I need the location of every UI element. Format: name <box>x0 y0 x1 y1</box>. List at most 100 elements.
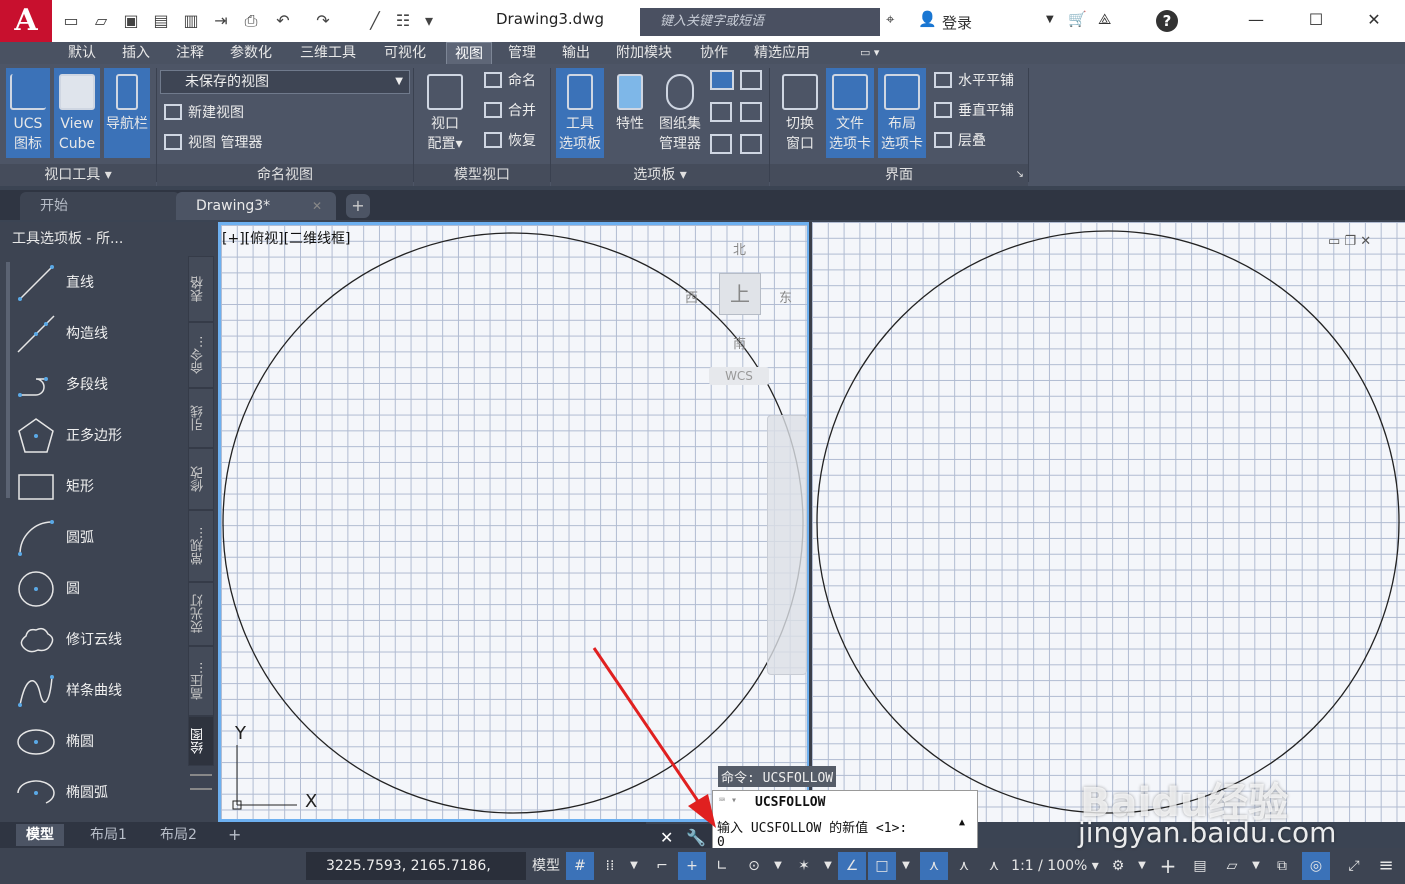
redo-icon[interactable]: ↷ <box>312 10 334 32</box>
palettes-panel-title[interactable]: 选项板 ▾ <box>551 164 769 186</box>
palette-tab-tables[interactable]: 表格 <box>188 256 214 322</box>
units-icon[interactable]: ▤ <box>1186 852 1214 880</box>
new-tab-icon[interactable]: + <box>346 194 370 218</box>
auto-scale-icon[interactable]: ⋏ <box>950 852 978 880</box>
tab-start[interactable]: 开始 <box>20 192 180 220</box>
workspace-icon[interactable]: ☷ <box>392 10 414 32</box>
design-center-icon[interactable] <box>740 70 762 90</box>
match-properties-icon[interactable]: ╱ <box>364 10 386 32</box>
tab-output[interactable]: 输出 <box>554 42 598 64</box>
close-icon[interactable]: ✕ <box>1354 6 1394 34</box>
palette-item-revcloud[interactable]: 修订云线 <box>16 615 186 665</box>
tab-addins[interactable]: 附加模块 <box>608 42 680 64</box>
tab-manage[interactable]: 管理 <box>500 42 544 64</box>
palette-scrollbar[interactable] <box>6 262 10 498</box>
scale-dropdown[interactable]: 1:1 / 100% ▾ <box>1010 852 1100 880</box>
tab-featured-apps[interactable]: 精选应用 <box>746 42 818 64</box>
save-as-icon[interactable]: ▤ <box>150 10 172 32</box>
palette-tab-high-voltage[interactable]: 高压... <box>188 646 214 716</box>
tile-horizontal-button[interactable]: 水平平铺 <box>934 68 1014 94</box>
user-icon[interactable]: 👤 <box>918 10 937 28</box>
palette-item-polyline[interactable]: 多段线 <box>16 360 186 410</box>
isodraft-icon[interactable]: ✶ <box>790 852 818 880</box>
interface-panel-title[interactable]: 界面 ↘ <box>770 164 1028 186</box>
markup-icon[interactable] <box>710 134 732 154</box>
viewport-tools-panel-title[interactable]: 视口工具 ▾ <box>0 164 156 186</box>
panel-launcher-icon[interactable]: ↘ <box>1016 164 1024 186</box>
tab-view[interactable]: 视图 <box>446 42 492 64</box>
ribbon-minimize-icon[interactable]: ▭ ▾ <box>852 42 887 64</box>
viewcube-south[interactable]: 南 <box>733 333 746 352</box>
new-view-button[interactable]: 新建视图 <box>164 100 244 126</box>
view-manager-button[interactable]: 视图 管理器 <box>164 130 262 156</box>
named-view-dropdown[interactable]: 未保存的视图 ▼ <box>160 70 410 94</box>
viewcube-east[interactable]: 东 <box>779 287 792 306</box>
annotation-monitor-icon[interactable]: + <box>1154 852 1182 880</box>
layers-icon[interactable] <box>710 102 732 122</box>
a360-icon[interactable]: ⟁ <box>1098 10 1111 28</box>
palette-tab-draw[interactable]: 绘图 <box>188 716 214 766</box>
sheetset-manager-button[interactable]: 图纸集 管理器 <box>654 68 706 158</box>
tool-palettes-button[interactable]: 工具 选项板 <box>556 68 604 158</box>
palette-item-polygon[interactable]: 正多边形 <box>16 411 186 461</box>
annotation-scale-icon[interactable]: ⋏ <box>980 852 1008 880</box>
calculator-icon[interactable] <box>740 102 762 122</box>
tab-collaborate[interactable]: 协作 <box>692 42 736 64</box>
tab-visualize[interactable]: 可视化 <box>376 42 434 64</box>
wcs-menu[interactable]: WCS <box>709 367 769 385</box>
palette-item-rectangle[interactable]: 矩形 <box>16 462 186 512</box>
quick-properties-icon[interactable]: ▱ <box>1218 852 1246 880</box>
clean-screen-icon[interactable]: ⤢ <box>1340 852 1368 880</box>
palette-item-arc[interactable]: 圆弧 <box>16 513 186 563</box>
ucs-icon-button[interactable]: UCS 图标 <box>6 68 50 158</box>
workspace-dropdown-icon[interactable]: ▼ <box>1134 852 1150 880</box>
switch-window-button[interactable]: 切换 窗口 <box>776 68 824 158</box>
isodraft-dropdown-icon[interactable]: ▼ <box>820 852 836 880</box>
palette-tab-fluorescent[interactable]: 荧光灯 <box>188 582 214 646</box>
minimize-icon[interactable]: — <box>1236 6 1276 34</box>
login-dropdown-icon[interactable]: ▼ <box>1046 14 1054 25</box>
undo-icon[interactable]: ↶ <box>272 10 294 32</box>
viewport-window-controls[interactable]: ▭ ❐ ✕ <box>1328 234 1371 249</box>
command-line-window[interactable]: ⌨ ▾ UCSFOLLOW 输入 UCSFOLLOW 的新值 <1>: ▲ 0 <box>712 790 978 852</box>
palette-item-line[interactable]: 直线 <box>16 258 186 308</box>
object-snap-tracking-icon[interactable]: ∠ <box>838 852 866 880</box>
viewport-controls-label[interactable]: [+][俯视][二维线框] <box>222 228 351 248</box>
osnap-dropdown-icon[interactable]: ▼ <box>898 852 914 880</box>
save-icon[interactable]: ▣ <box>120 10 142 32</box>
palette-menu-icon[interactable] <box>190 774 212 790</box>
restore-viewport-button[interactable]: 恢复 <box>484 128 536 154</box>
tab-drawing3[interactable]: Drawing3* ✕ <box>176 192 336 220</box>
viewcube-north[interactable]: 北 <box>733 239 746 258</box>
ortho-icon[interactable]: ∟ <box>708 852 736 880</box>
isolate-objects-icon[interactable]: ⧉ <box>1268 852 1296 880</box>
open-file-icon[interactable]: ▱ <box>90 10 112 32</box>
export-icon[interactable]: ⇥ <box>210 10 232 32</box>
viewport-config-button[interactable]: 视口 配置▾ <box>420 68 470 158</box>
search-input[interactable]: 键入关键字或短语 <box>640 8 880 36</box>
command-scroll-up-icon[interactable]: ▲ <box>959 817 965 828</box>
navbar-button[interactable]: 导航栏 <box>104 68 150 158</box>
file-tabs-button[interactable]: 文件 选项卡 <box>826 68 874 158</box>
join-viewport-button[interactable]: 合并 <box>484 98 536 124</box>
cascade-button[interactable]: 层叠 <box>934 128 986 154</box>
tab-3d-tools[interactable]: 三维工具 <box>292 42 364 64</box>
tab-annotate[interactable]: 注释 <box>168 42 212 64</box>
properties-button[interactable]: 特性 <box>608 68 652 158</box>
viewport-right[interactable]: ▭ ❐ ✕ <box>812 222 1405 822</box>
polar-dropdown-icon[interactable]: ▼ <box>770 852 786 880</box>
model-space-button[interactable]: 模型 <box>528 852 564 880</box>
tab-insert[interactable]: 插入 <box>114 42 158 64</box>
binoculars-icon[interactable]: ⌖ <box>886 10 894 28</box>
navigation-bar[interactable] <box>767 415 807 675</box>
name-viewport-button[interactable]: 命名 <box>484 68 536 94</box>
layout-tabs-button[interactable]: 布局 选项卡 <box>878 68 926 158</box>
polar-icon[interactable]: ⊙ <box>740 852 768 880</box>
dynamic-input-icon[interactable]: + <box>678 852 706 880</box>
object-snap-icon[interactable]: □ <box>868 852 896 880</box>
palette-item-spline[interactable]: 样条曲线 <box>16 666 186 716</box>
cart-icon[interactable]: 🛒 <box>1068 10 1087 28</box>
palette-tab-command[interactable]: 命令... <box>188 322 214 388</box>
app-menu-button[interactable]: A <box>0 0 52 42</box>
login-button[interactable]: 登录 <box>942 12 972 33</box>
